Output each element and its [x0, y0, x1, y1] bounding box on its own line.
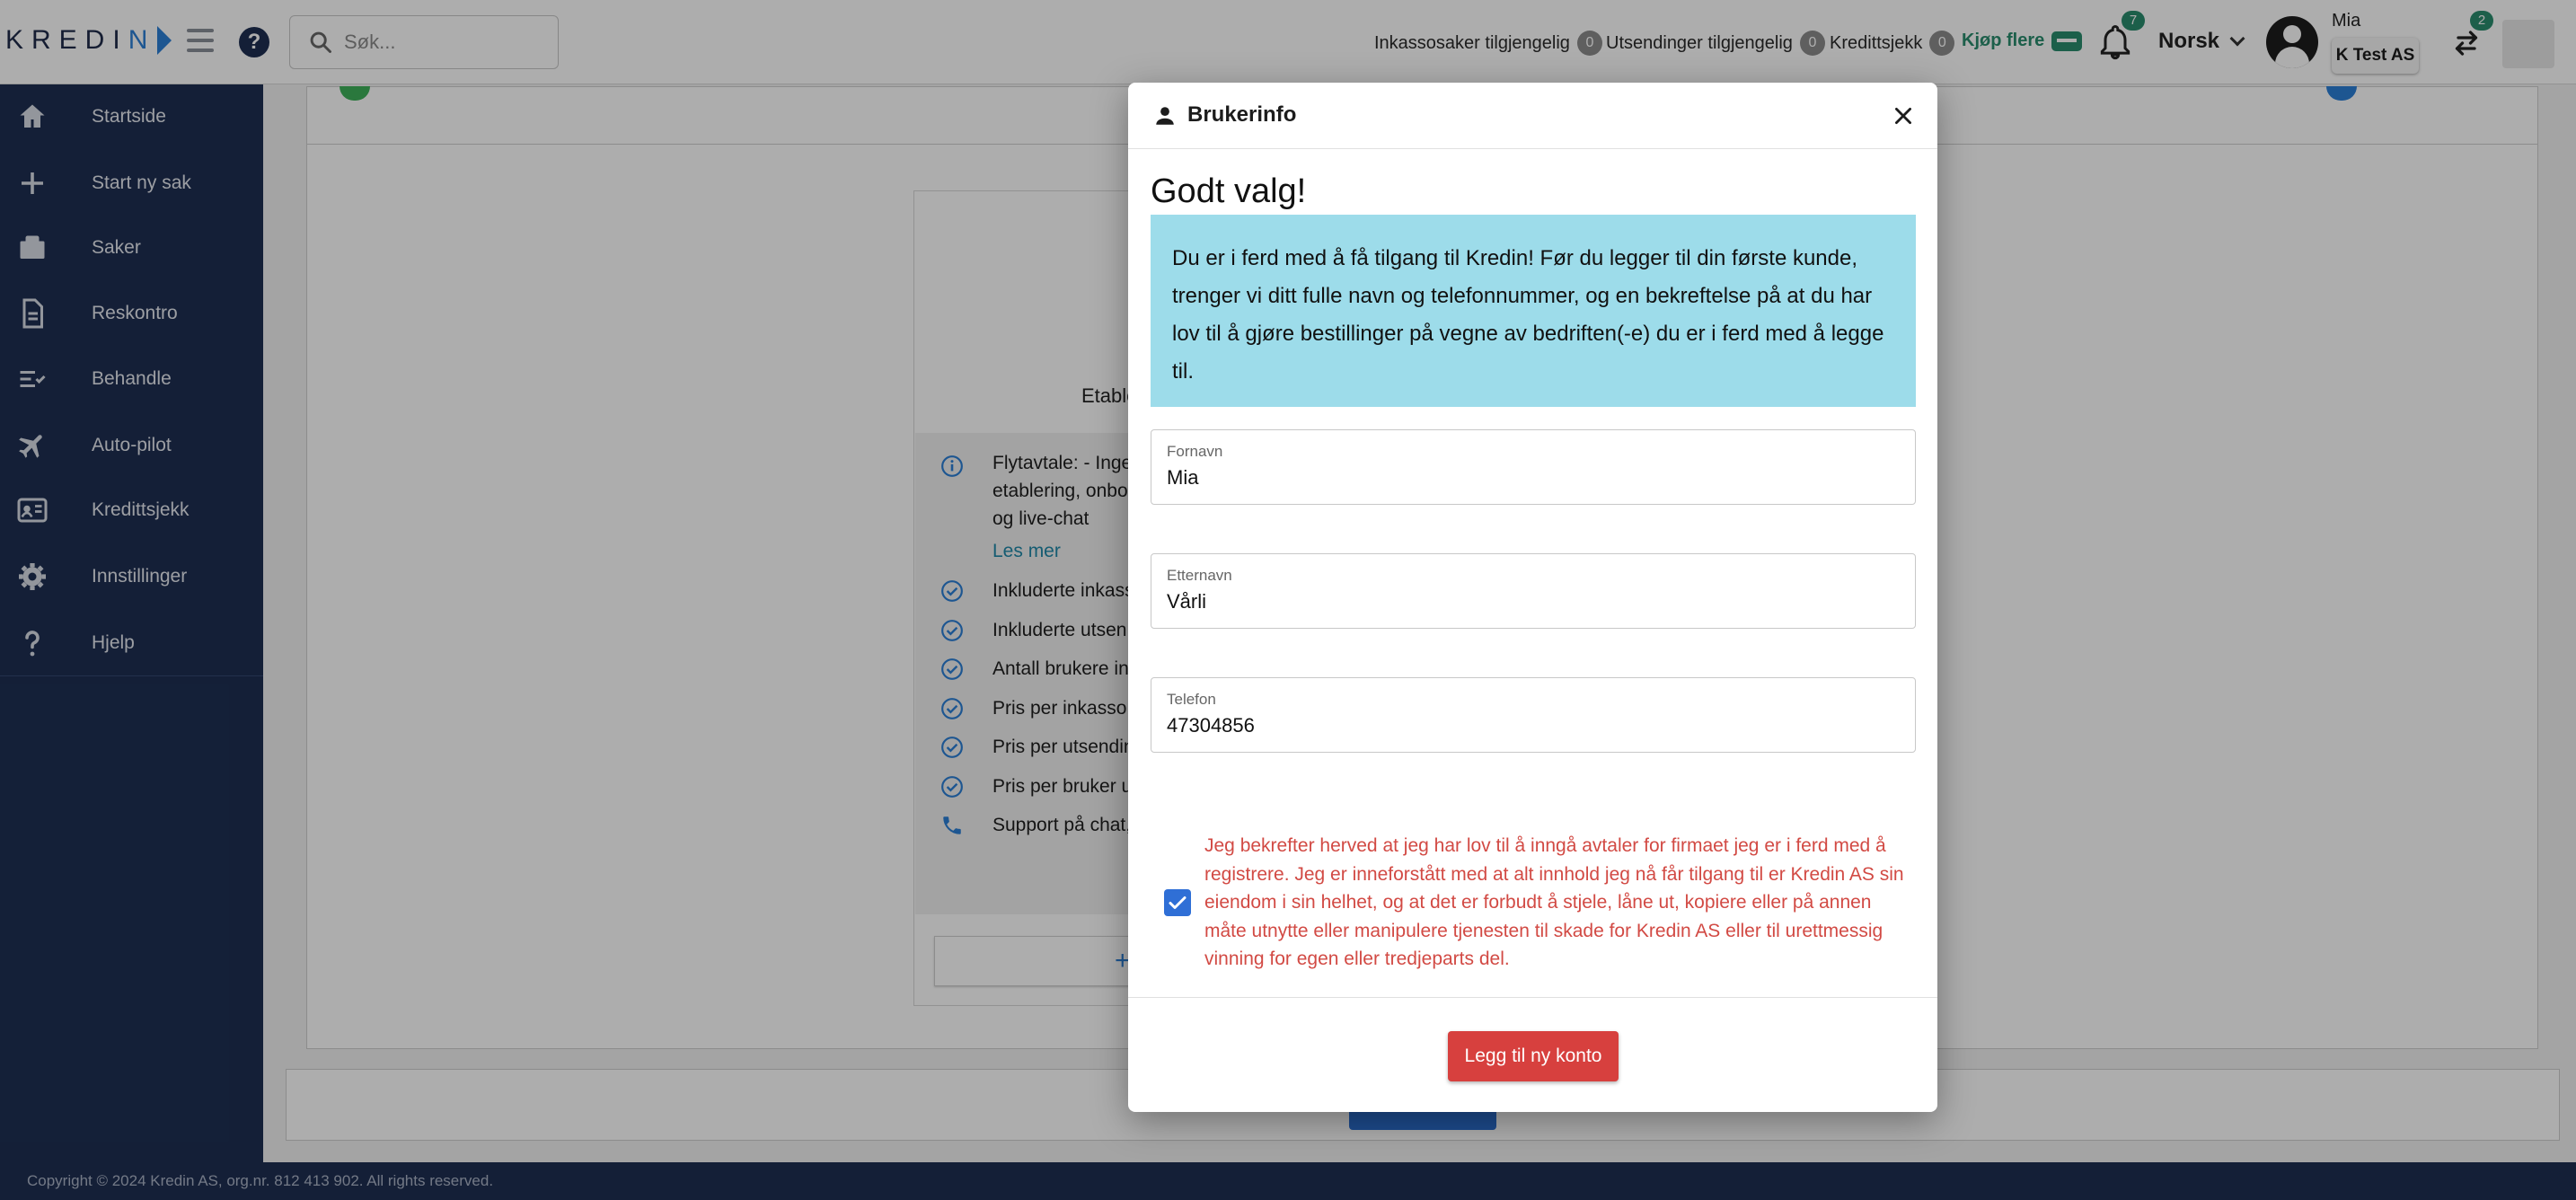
user-info-dialog: Brukerinfo Godt valg! Du er i ferd med å…	[1128, 83, 1937, 1112]
person-icon	[1156, 107, 1174, 125]
last-name-label: Etternavn	[1167, 567, 1232, 584]
add-account-button[interactable]: Legg til ny konto	[1448, 1031, 1619, 1081]
dialog-divider	[1128, 997, 1937, 998]
last-name-input[interactable]	[1167, 590, 1885, 613]
first-name-field[interactable]: Fornavn	[1151, 429, 1916, 505]
dialog-heading: Godt valg!	[1151, 172, 1307, 210]
dialog-title: Brukerinfo	[1187, 102, 1297, 127]
first-name-input[interactable]	[1167, 466, 1885, 490]
phone-input[interactable]	[1167, 714, 1885, 737]
first-name-label: Fornavn	[1167, 443, 1223, 460]
phone-field[interactable]: Telefon	[1151, 677, 1916, 753]
consent-checkbox[interactable]	[1164, 889, 1191, 916]
close-icon[interactable]	[1892, 104, 1915, 128]
phone-label: Telefon	[1167, 691, 1216, 708]
last-name-field[interactable]: Etternavn	[1151, 553, 1916, 629]
consent-text: Jeg bekrefter herved at jeg har lov til …	[1204, 835, 1904, 969]
checkmark-icon	[1169, 896, 1187, 909]
dialog-header: Brukerinfo	[1128, 83, 1937, 149]
info-message: Du er i ferd med å få tilgang til Kredin…	[1151, 215, 1916, 407]
